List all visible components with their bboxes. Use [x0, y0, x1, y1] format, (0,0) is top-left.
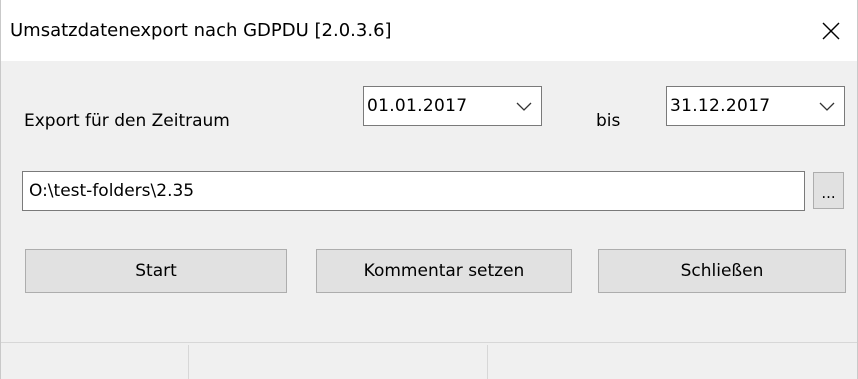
chevron-down-icon[interactable]: [516, 100, 532, 112]
status-panel-2: [189, 343, 487, 379]
close-dialog-button[interactable]: Schließen: [598, 249, 846, 293]
start-button[interactable]: Start: [25, 249, 287, 293]
from-date-value: 01.01.2017: [367, 96, 468, 116]
to-date-value: 31.12.2017: [670, 96, 771, 116]
close-icon: [822, 22, 840, 39]
period-label: Export für den Zeitraum: [24, 111, 230, 131]
export-path-input[interactable]: O:\test-folders\2.35: [22, 171, 805, 211]
set-comment-button[interactable]: Kommentar setzen: [316, 249, 572, 293]
title-bar: Umsatzdatenexport nach GDPDU [2.0.3.6]: [1, 0, 857, 61]
status-bar: [1, 342, 857, 379]
window-title: Umsatzdatenexport nach GDPDU [2.0.3.6]: [10, 20, 392, 41]
status-panel-3: [488, 343, 857, 379]
to-label: bis: [596, 111, 621, 131]
browse-button[interactable]: ...: [813, 172, 844, 209]
export-dialog: Umsatzdatenexport nach GDPDU [2.0.3.6] E…: [0, 0, 858, 379]
to-date-picker[interactable]: 31.12.2017: [666, 86, 845, 126]
export-path-value: O:\test-folders\2.35: [29, 181, 195, 201]
close-button[interactable]: [805, 0, 857, 61]
from-date-picker[interactable]: 01.01.2017: [363, 86, 542, 126]
status-panel-1: [1, 343, 188, 379]
chevron-down-icon[interactable]: [819, 100, 835, 112]
